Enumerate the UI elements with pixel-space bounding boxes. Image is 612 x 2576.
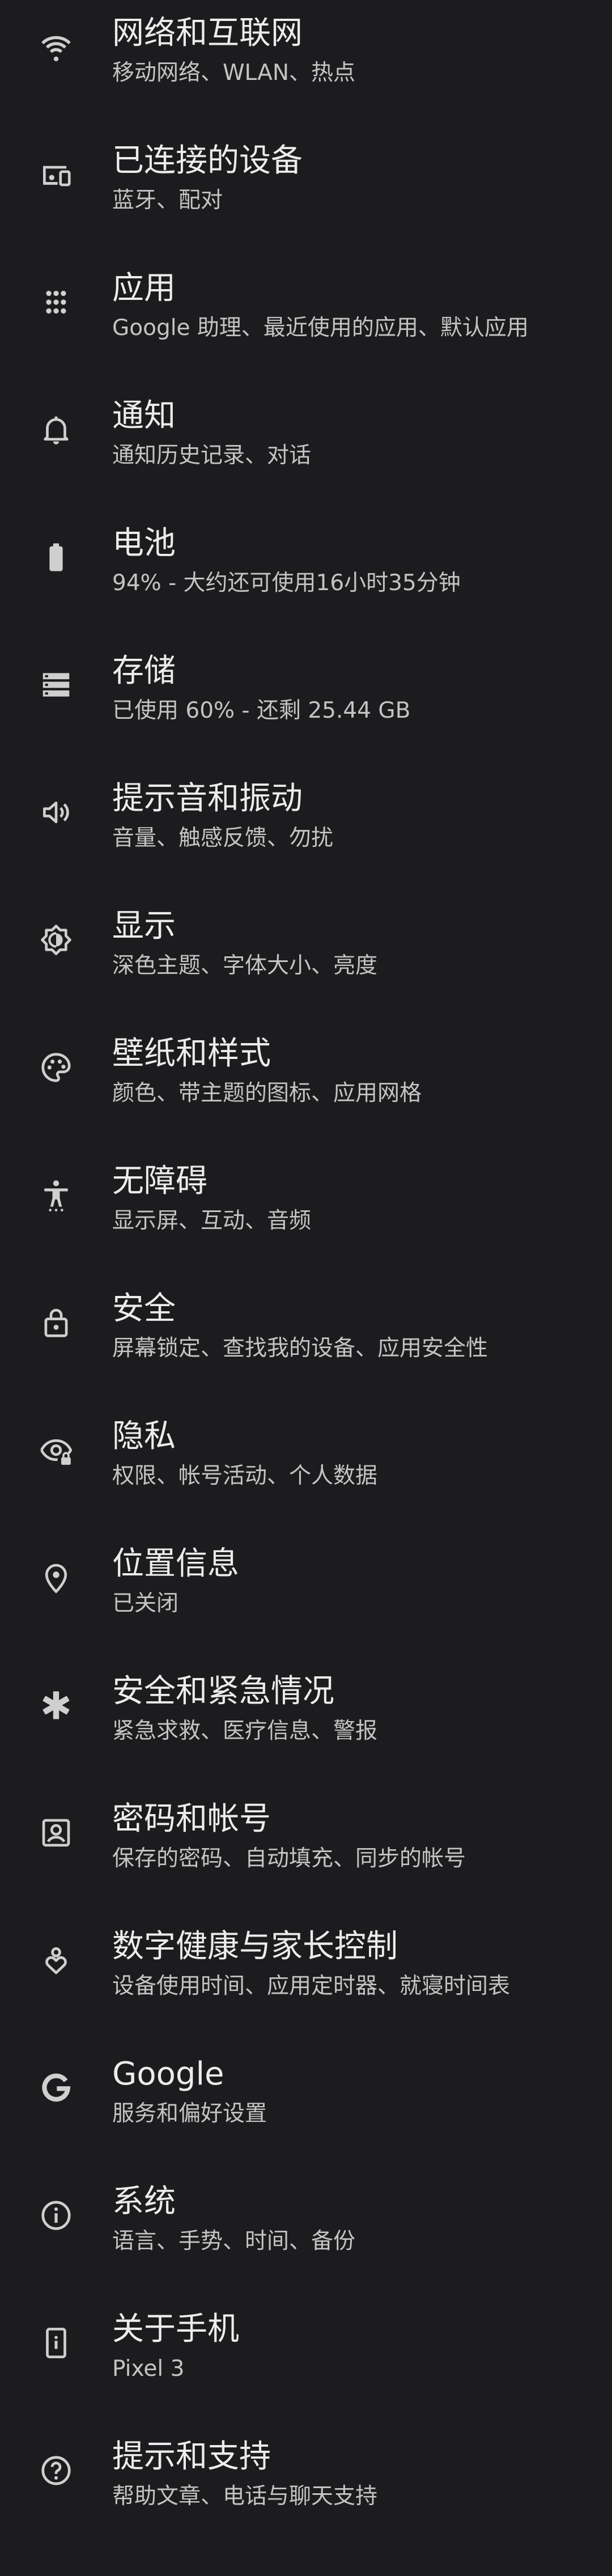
wifi-icon xyxy=(39,29,74,65)
settings-item-network[interactable]: 网络和互联网 移动网络、WLAN、热点 xyxy=(0,0,612,128)
settings-item-title: 通知 xyxy=(112,397,176,434)
settings-item-title: 位置信息 xyxy=(112,1545,239,1582)
settings-item-subtitle: 设备使用时间、应用定时器、就寝时间表 xyxy=(112,1973,511,1999)
settings-item-subtitle: 紧急求救、医疗信息、警报 xyxy=(112,1718,378,1744)
settings-item-tips-support[interactable]: 提示和支持 帮助文章、电话与聊天支持 xyxy=(0,2424,612,2551)
settings-item-title: 密码和帐号 xyxy=(112,1800,271,1837)
settings-item-title: 已连接的设备 xyxy=(112,142,303,179)
settings-item-connected-devices[interactable]: 已连接的设备 蓝牙、配对 xyxy=(0,128,612,255)
settings-item-subtitle: 已关闭 xyxy=(112,1591,179,1616)
settings-item-title: 网络和互联网 xyxy=(112,15,303,52)
settings-item-safety-emergency[interactable]: 安全和紧急情况 紧急求救、医疗信息、警报 xyxy=(0,1658,612,1786)
digital-wellbeing-icon xyxy=(39,1943,74,1978)
settings-item-subtitle: 语言、手势、时间、备份 xyxy=(112,2228,356,2254)
settings-item-subtitle: 94% - 大约还可使用16小时35分钟 xyxy=(112,570,461,596)
settings-item-subtitle: 服务和偏好设置 xyxy=(112,2101,267,2126)
settings-item-title: 提示和支持 xyxy=(112,2438,271,2475)
settings-item-title: 安全 xyxy=(112,1290,176,1327)
settings-item-title: 无障碍 xyxy=(112,1163,207,1200)
settings-item-display[interactable]: 显示 深色主题、字体大小、亮度 xyxy=(0,893,612,1020)
volume-icon xyxy=(39,795,74,830)
settings-item-security[interactable]: 安全 屏幕锁定、查找我的设备、应用安全性 xyxy=(0,1276,612,1403)
apps-grid-icon xyxy=(39,285,74,320)
palette-icon xyxy=(39,1050,74,1085)
brightness-icon xyxy=(39,922,74,957)
settings-item-subtitle: 显示屏、互动、音频 xyxy=(112,1208,312,1234)
settings-item-title: 存储 xyxy=(112,653,176,689)
settings-item-about-phone[interactable]: 关于手机 Pixel 3 xyxy=(0,2296,612,2424)
account-box-icon xyxy=(39,1815,74,1850)
settings-item-title: 应用 xyxy=(112,270,176,307)
settings-item-subtitle: 蓝牙、配对 xyxy=(112,188,223,213)
settings-item-subtitle: 深色主题、字体大小、亮度 xyxy=(112,953,378,978)
settings-item-subtitle: 权限、帐号活动、个人数据 xyxy=(112,1463,378,1489)
settings-item-system[interactable]: 系统 语言、手势、时间、备份 xyxy=(0,2168,612,2296)
phone-info-icon xyxy=(39,2325,74,2361)
settings-item-title: 关于手机 xyxy=(112,2311,239,2348)
emergency-asterisk-icon xyxy=(39,1688,74,1723)
storage-icon xyxy=(39,667,74,702)
settings-item-sound[interactable]: 提示音和振动 音量、触感反馈、勿扰 xyxy=(0,765,612,893)
settings-item-subtitle: 屏幕锁定、查找我的设备、应用安全性 xyxy=(112,1336,488,1361)
bell-icon xyxy=(39,412,74,447)
settings-item-title: 安全和紧急情况 xyxy=(112,1673,334,1710)
settings-item-google[interactable]: Google 服务和偏好设置 xyxy=(0,2041,612,2168)
settings-item-subtitle: 音量、触感反馈、勿扰 xyxy=(112,825,334,851)
connected-devices-icon xyxy=(39,157,74,192)
settings-item-accessibility[interactable]: 无障碍 显示屏、互动、音频 xyxy=(0,1148,612,1276)
settings-item-location[interactable]: 位置信息 已关闭 xyxy=(0,1531,612,1658)
privacy-eye-icon xyxy=(39,1433,74,1468)
settings-item-subtitle: 移动网络、WLAN、热点 xyxy=(112,60,356,86)
battery-icon xyxy=(39,540,74,575)
settings-item-title: 隐私 xyxy=(112,1418,176,1455)
info-icon xyxy=(39,2198,74,2233)
settings-item-wallpaper[interactable]: 壁纸和样式 颜色、带主题的图标、应用网格 xyxy=(0,1020,612,1148)
google-g-icon xyxy=(39,2070,74,2105)
settings-item-privacy[interactable]: 隐私 权限、帐号活动、个人数据 xyxy=(0,1403,612,1531)
settings-item-passwords-accounts[interactable]: 密码和帐号 保存的密码、自动填充、同步的帐号 xyxy=(0,1786,612,1913)
help-icon xyxy=(39,2453,74,2488)
settings-item-notifications[interactable]: 通知 通知历史记录、对话 xyxy=(0,383,612,510)
settings-item-title: 数字健康与家长控制 xyxy=(112,1928,398,1965)
settings-item-title: Google xyxy=(112,2056,224,2092)
settings-item-title: 电池 xyxy=(112,525,176,562)
settings-item-digital-wellbeing[interactable]: 数字健康与家长控制 设备使用时间、应用定时器、就寝时间表 xyxy=(0,1913,612,2041)
location-pin-icon xyxy=(39,1560,74,1595)
settings-item-title: 系统 xyxy=(112,2183,176,2220)
settings-item-subtitle: 颜色、带主题的图标、应用网格 xyxy=(112,1081,422,1106)
settings-item-title: 提示音和振动 xyxy=(112,780,303,817)
settings-item-subtitle: Pixel 3 xyxy=(112,2356,185,2382)
settings-item-subtitle: 已使用 60% - 还剩 25.44 GB xyxy=(112,698,411,723)
settings-item-subtitle: 保存的密码、自动填充、同步的帐号 xyxy=(112,1846,466,1871)
settings-item-subtitle: 帮助文章、电话与聊天支持 xyxy=(112,2484,378,2509)
settings-item-apps[interactable]: 应用 Google 助理、最近使用的应用、默认应用 xyxy=(0,255,612,383)
settings-item-subtitle: 通知历史记录、对话 xyxy=(112,443,312,468)
settings-list: 网络和互联网 移动网络、WLAN、热点 已连接的设备 蓝牙、配对 应用 Goog… xyxy=(0,0,612,2576)
settings-item-storage[interactable]: 存储 已使用 60% - 还剩 25.44 GB xyxy=(0,638,612,765)
accessibility-icon xyxy=(39,1177,74,1213)
settings-item-battery[interactable]: 电池 94% - 大约还可使用16小时35分钟 xyxy=(0,510,612,638)
settings-item-title: 壁纸和样式 xyxy=(112,1035,271,1072)
lock-icon xyxy=(39,1305,74,1340)
settings-item-title: 显示 xyxy=(112,908,176,944)
settings-item-subtitle: Google 助理、最近使用的应用、默认应用 xyxy=(112,315,529,341)
